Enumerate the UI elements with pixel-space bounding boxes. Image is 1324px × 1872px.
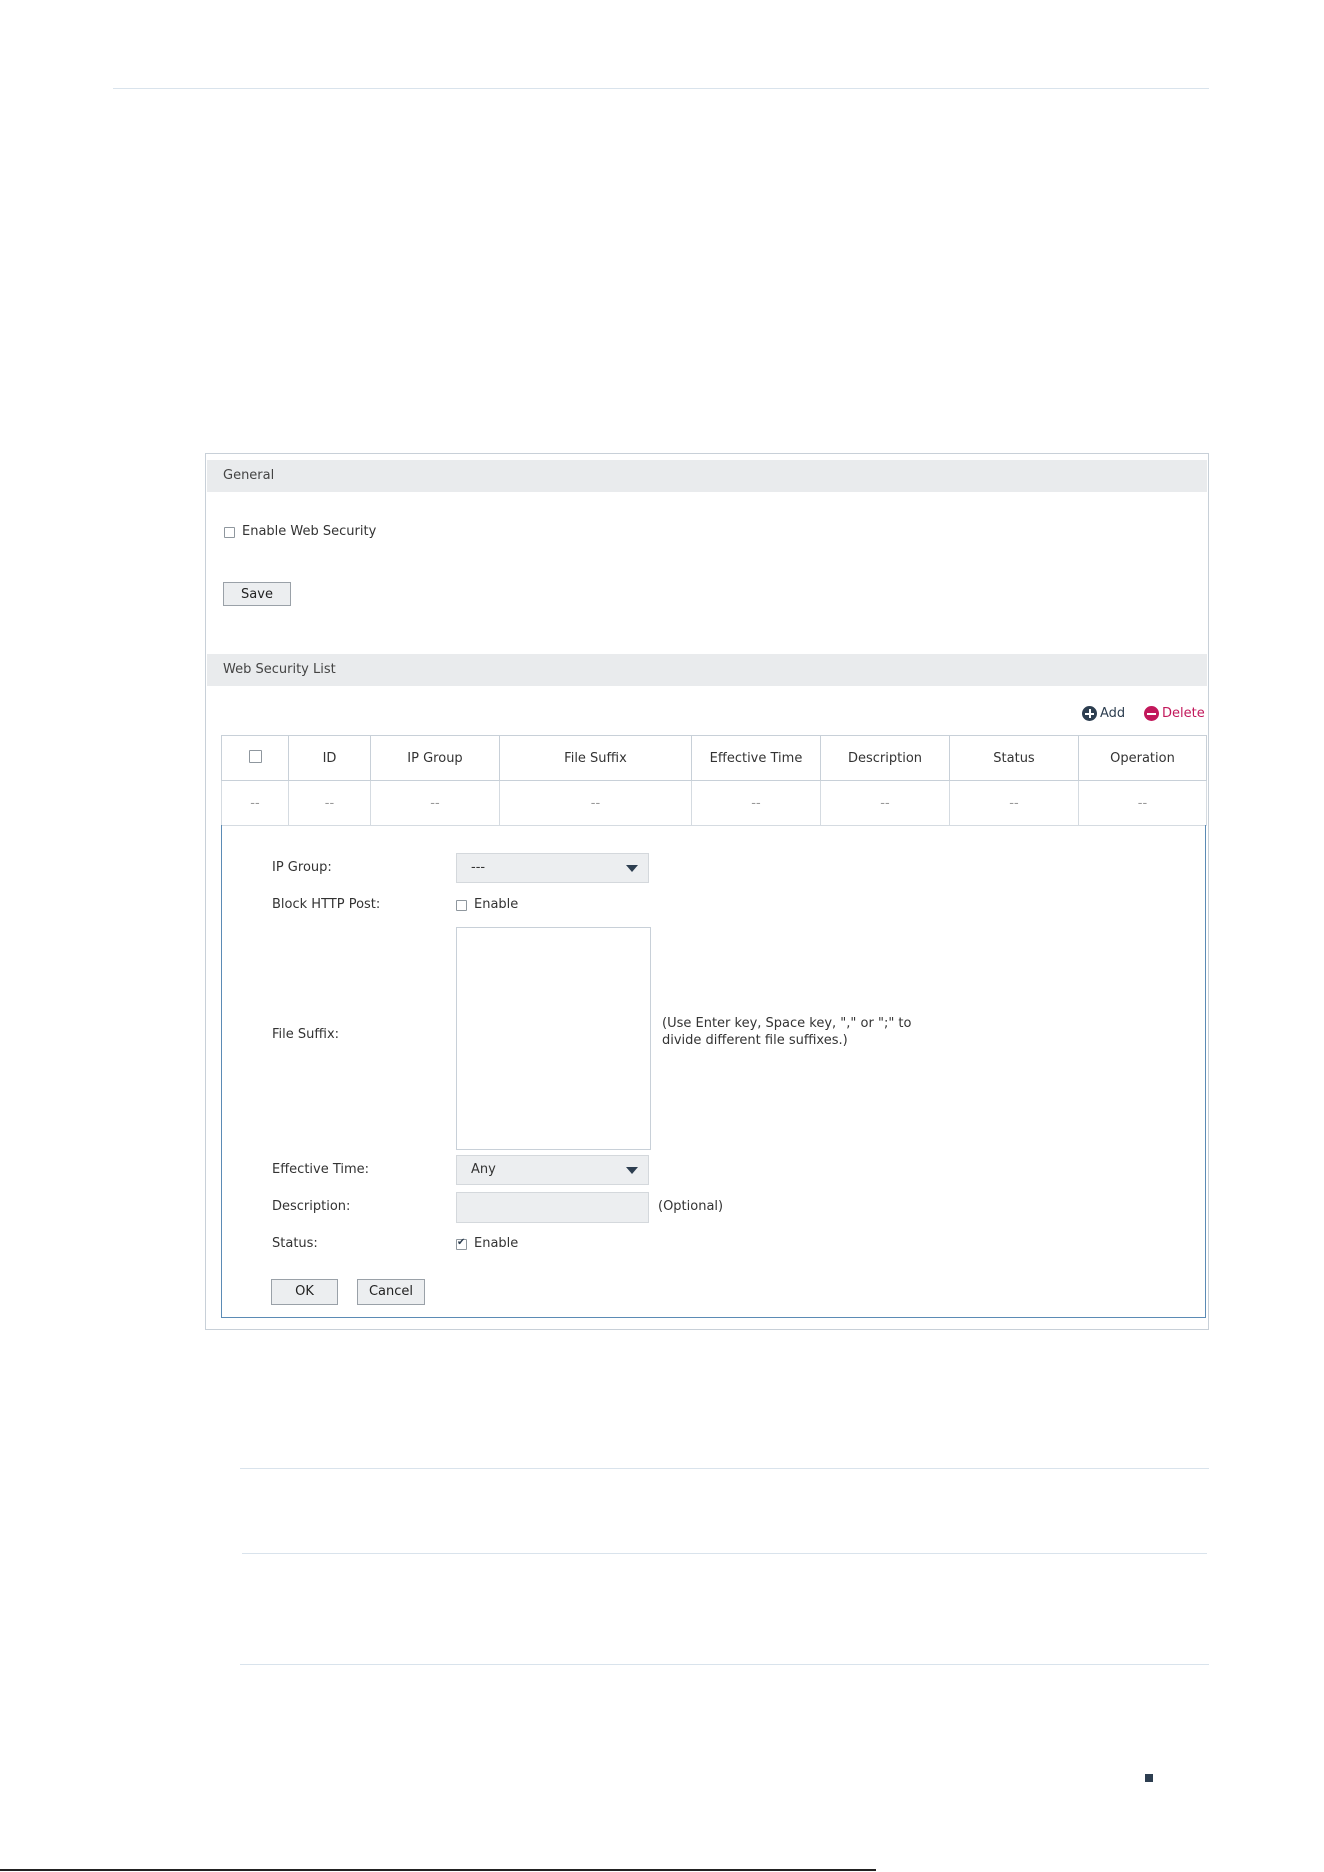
entry-editor: IP Group: --- Block HTTP Post: Enable Fi… bbox=[221, 825, 1206, 1318]
ip-group-value: --- bbox=[471, 860, 486, 875]
effective-time-value: Any bbox=[471, 1162, 496, 1177]
file-suffix-textarea[interactable] bbox=[456, 927, 651, 1150]
column-header-file-suffix[interactable]: File Suffix bbox=[499, 735, 692, 781]
chevron-down-icon bbox=[626, 1167, 638, 1174]
column-header-operation[interactable]: Operation bbox=[1078, 735, 1207, 781]
web-security-table: ID IP Group File Suffix Effective Time D… bbox=[221, 735, 1207, 826]
block-http-post-checkbox[interactable] bbox=[456, 900, 467, 911]
description-label: Description: bbox=[272, 1199, 351, 1214]
block-http-post-label: Block HTTP Post: bbox=[272, 897, 381, 912]
file-suffix-label: File Suffix: bbox=[272, 1027, 340, 1042]
ip-group-label: IP Group: bbox=[272, 860, 332, 875]
list-section-header: Web Security List bbox=[207, 654, 1207, 686]
column-header-status[interactable]: Status bbox=[949, 735, 1079, 781]
column-header-id[interactable]: ID bbox=[288, 735, 371, 781]
plus-circle-icon bbox=[1082, 706, 1097, 721]
table-header-row: ID IP Group File Suffix Effective Time D… bbox=[221, 735, 1207, 781]
chevron-down-icon bbox=[626, 865, 638, 872]
description-hint: (Optional) bbox=[658, 1199, 724, 1214]
table-cell: -- bbox=[691, 780, 821, 826]
table-cell: -- bbox=[370, 780, 500, 826]
select-all-cell bbox=[221, 735, 289, 781]
table-cell: -- bbox=[499, 780, 692, 826]
block-http-post-option: Enable bbox=[474, 897, 519, 912]
table-cell: -- bbox=[949, 780, 1079, 826]
add-label: Add bbox=[1100, 706, 1126, 721]
bottom-rule bbox=[0, 1869, 876, 1871]
add-button[interactable]: Add bbox=[1082, 706, 1125, 721]
file-suffix-hint-line2: divide different file suffixes.) bbox=[662, 1033, 848, 1048]
delete-label: Delete bbox=[1162, 706, 1205, 721]
divider-rule bbox=[240, 1664, 1209, 1665]
delete-button[interactable]: Delete bbox=[1144, 706, 1205, 721]
general-section-header: General bbox=[207, 460, 1207, 492]
page-marker-icon bbox=[1145, 1774, 1153, 1782]
effective-time-label: Effective Time: bbox=[272, 1162, 370, 1177]
table-cell: -- bbox=[221, 780, 289, 826]
minus-circle-icon bbox=[1144, 706, 1159, 721]
status-checkbox[interactable] bbox=[456, 1237, 467, 1250]
save-button[interactable]: Save bbox=[223, 582, 291, 606]
column-header-effective-time[interactable]: Effective Time bbox=[691, 735, 821, 781]
file-suffix-hint-line1: (Use Enter key, Space key, "," or ";" to bbox=[662, 1016, 912, 1031]
ip-group-select[interactable]: --- bbox=[456, 853, 649, 883]
cancel-button[interactable]: Cancel bbox=[357, 1279, 425, 1305]
status-option: Enable bbox=[474, 1236, 519, 1251]
description-input[interactable] bbox=[456, 1192, 649, 1223]
web-security-panel: General Enable Web Security Save Web Sec… bbox=[205, 453, 1209, 1330]
enable-web-security-label: Enable Web Security bbox=[242, 524, 377, 539]
table-row: -- -- -- -- -- -- -- -- bbox=[221, 780, 1207, 826]
divider-rule bbox=[242, 1553, 1207, 1554]
file-suffix-hint: (Use Enter key, Space key, "," or ";" to… bbox=[662, 1015, 911, 1049]
table-cell: -- bbox=[288, 780, 371, 826]
ok-button[interactable]: OK bbox=[271, 1279, 338, 1305]
status-label: Status: bbox=[272, 1236, 318, 1251]
column-header-description[interactable]: Description bbox=[820, 735, 950, 781]
column-header-ip-group[interactable]: IP Group bbox=[370, 735, 500, 781]
table-cell: -- bbox=[1078, 780, 1207, 826]
divider-rule bbox=[240, 1468, 1209, 1469]
table-cell: -- bbox=[820, 780, 950, 826]
effective-time-select[interactable]: Any bbox=[456, 1155, 649, 1185]
enable-web-security-checkbox[interactable] bbox=[224, 527, 235, 538]
top-rule bbox=[113, 88, 1209, 89]
select-all-checkbox[interactable] bbox=[248, 749, 262, 763]
